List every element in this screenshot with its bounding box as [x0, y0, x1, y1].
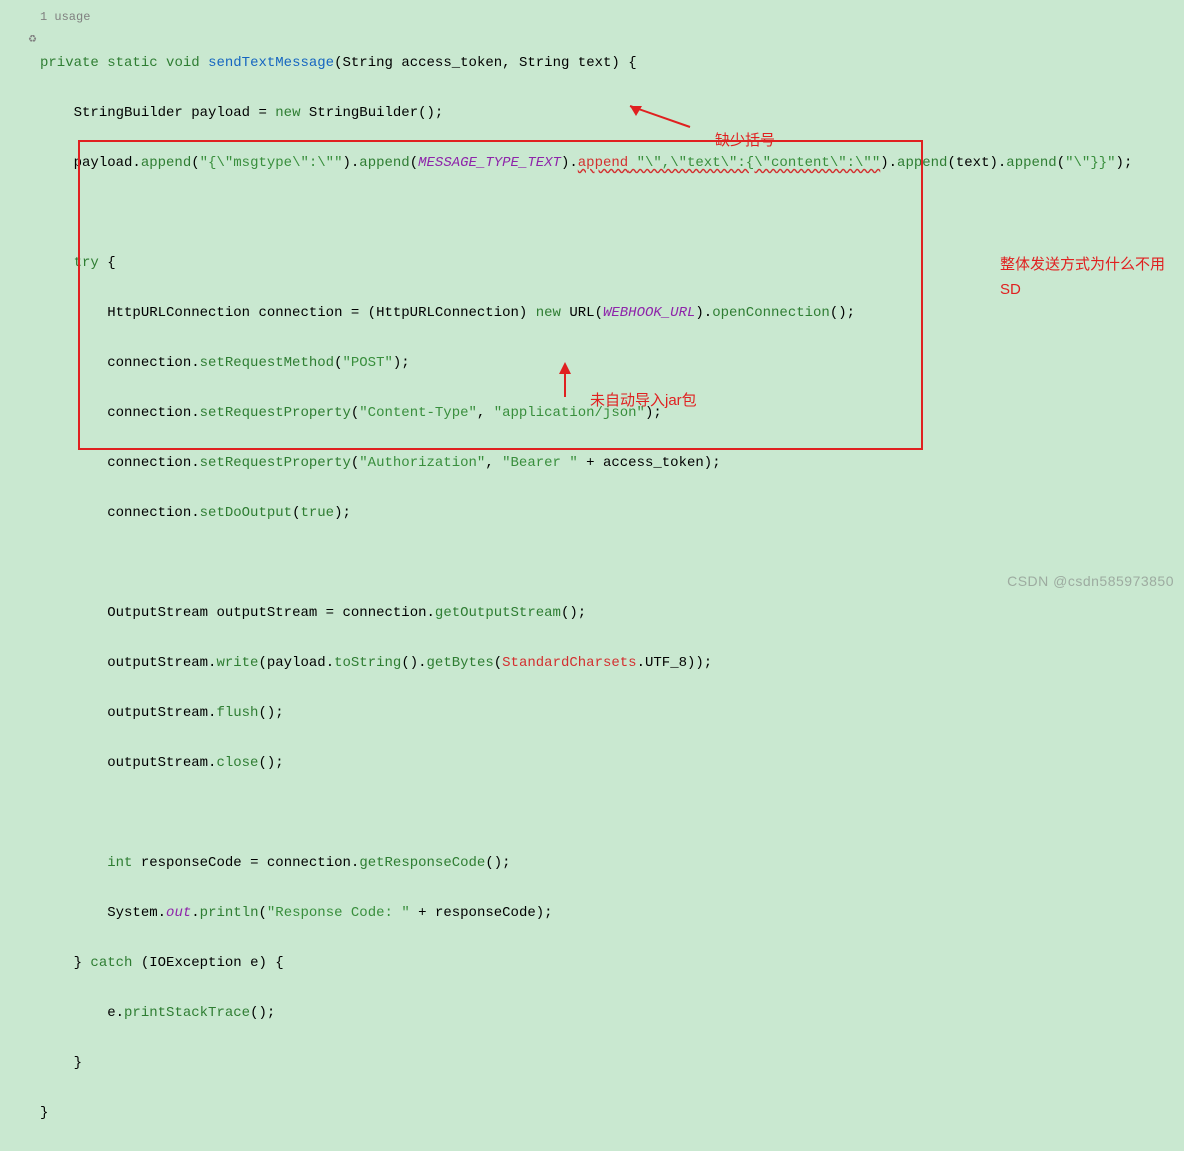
code-line[interactable]: outputStream.flush(); [40, 701, 1184, 726]
code-line[interactable]: private static void sendTextMessage(Stri… [40, 51, 1184, 76]
keyword-private: private [40, 55, 99, 71]
code-line[interactable]: payload.append("{\"msgtype\":\"").append… [40, 151, 1184, 176]
code-line[interactable]: System.out.println("Response Code: " + r… [40, 901, 1184, 926]
method-name: sendTextMessage [208, 55, 334, 71]
code-line[interactable]: outputStream.write(payload.toString().ge… [40, 651, 1184, 676]
code-line[interactable]: connection.setRequestProperty("Content-T… [40, 401, 1184, 426]
code-line[interactable]: int responseCode = connection.getRespons… [40, 851, 1184, 876]
code-line[interactable] [40, 801, 1184, 826]
gutter-marker[interactable]: ♻ [28, 28, 37, 53]
code-line[interactable]: HttpURLConnection connection = (HttpURLC… [40, 301, 1184, 326]
usage-hint: 1 usage [0, 8, 1184, 26]
code-line[interactable]: } [40, 1101, 1184, 1126]
code-line[interactable]: e.printStackTrace(); [40, 1001, 1184, 1026]
keyword-void: void [166, 55, 200, 71]
keyword-static: static [107, 55, 157, 71]
code-line[interactable]: outputStream.close(); [40, 751, 1184, 776]
code-line[interactable]: } catch (IOException e) { [40, 951, 1184, 976]
code-line[interactable] [40, 201, 1184, 226]
code-line[interactable]: OutputStream outputStream = connection.g… [40, 601, 1184, 626]
error-token: append [578, 155, 628, 171]
error-token: "\",\"text\":{\"content\":\"" [628, 155, 880, 171]
code-line[interactable]: try { [40, 251, 1184, 276]
unresolved-class: StandardCharsets [502, 655, 636, 671]
code-line[interactable]: connection.setRequestProperty("Authoriza… [40, 451, 1184, 476]
code-line[interactable]: } [40, 1051, 1184, 1076]
code-line[interactable]: connection.setRequestMethod("POST"); [40, 351, 1184, 376]
code-line[interactable]: connection.setDoOutput(true); [40, 501, 1184, 526]
watermark: CSDN @csdn585973850 [1007, 569, 1174, 594]
code-line[interactable]: StringBuilder payload = new StringBuilde… [40, 101, 1184, 126]
